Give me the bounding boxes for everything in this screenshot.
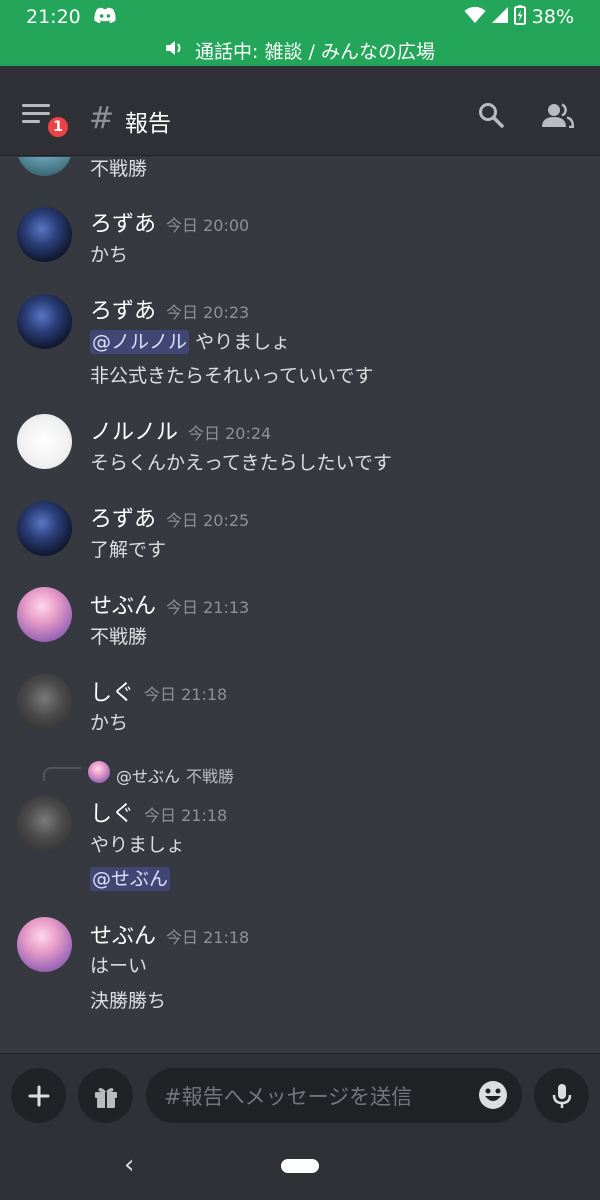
- message-timestamp: 今日 21:18: [166, 928, 250, 947]
- plus-icon[interactable]: [11, 1068, 66, 1123]
- message-author[interactable]: ろずあ 今日 20:23: [90, 293, 249, 325]
- avatar[interactable]: [17, 157, 72, 176]
- reply-avatar: [88, 761, 110, 783]
- wifi-icon: [464, 6, 486, 29]
- discord-icon: [93, 6, 117, 29]
- avatar[interactable]: [17, 796, 72, 851]
- battery-level: 38%: [531, 6, 574, 28]
- message-timestamp: 今日 21:18: [144, 806, 228, 825]
- message-timestamp: 今日 20:00: [166, 216, 250, 235]
- signal-icon: [491, 6, 508, 29]
- message-text: かち: [90, 244, 129, 266]
- message-author[interactable]: せぶん 今日 21:18: [90, 918, 249, 950]
- voice-call-banner[interactable]: 通話中: 雑談 / みんなの広場: [0, 34, 600, 66]
- message-text: かち: [90, 712, 129, 734]
- avatar[interactable]: [17, 294, 72, 349]
- system-nav-bar: ‹: [0, 1135, 600, 1200]
- message-author[interactable]: しぐ 今日 21:18: [90, 675, 227, 707]
- message-text: 非公式きたらそれいっていいです: [90, 365, 374, 387]
- message-text: はーい: [90, 955, 148, 977]
- message-composer: #報告へメッセージを送信: [0, 1053, 600, 1135]
- avatar[interactable]: [17, 917, 72, 972]
- back-icon[interactable]: ‹: [124, 1150, 134, 1180]
- message-text: 了解です: [90, 539, 167, 561]
- hash-icon: #: [89, 101, 115, 136]
- avatar[interactable]: [17, 587, 72, 642]
- message-timestamp: 今日 20:24: [188, 424, 272, 443]
- message-timestamp: 今日 21:13: [166, 598, 250, 617]
- message-input[interactable]: #報告へメッセージを送信: [146, 1068, 522, 1123]
- user-mention[interactable]: @せぶん: [90, 867, 171, 891]
- members-icon[interactable]: [542, 102, 575, 132]
- message-list[interactable]: 不戦勝 ろずあ 今日 20:00 かち ろずあ 今日 20:23 @ノルノル やりま…: [0, 157, 600, 1053]
- microphone-icon[interactable]: [534, 1068, 589, 1123]
- clock: 21:20: [26, 6, 81, 28]
- home-handle[interactable]: [281, 1159, 319, 1173]
- speaker-icon: [165, 39, 185, 62]
- message-text: やりましょ: [90, 834, 186, 856]
- message-text: @ノルノル やりましょ: [90, 330, 291, 354]
- call-banner-text: 通話中: 雑談 / みんなの広場: [195, 40, 435, 63]
- message-text: 決勝勝ち: [90, 990, 167, 1012]
- message-timestamp: 今日 20:25: [166, 511, 250, 530]
- message-text: 不戦勝: [90, 626, 148, 648]
- status-bar: 21:20 38%: [0, 0, 600, 34]
- message-text: @せぶん: [90, 864, 171, 891]
- avatar[interactable]: [17, 501, 72, 556]
- channel-header: 1 # 報告: [0, 66, 600, 156]
- message-text: 不戦勝: [90, 158, 148, 180]
- battery-icon: [513, 4, 526, 30]
- notification-badge: 1: [45, 114, 71, 140]
- message-author[interactable]: せぶん 今日 21:13: [90, 588, 249, 620]
- emoji-icon[interactable]: [478, 1080, 508, 1114]
- message-timestamp: 今日 20:23: [166, 303, 250, 322]
- avatar[interactable]: [17, 414, 72, 469]
- channel-title: 報告: [125, 111, 171, 137]
- avatar[interactable]: [17, 207, 72, 262]
- message-author[interactable]: ろずあ 今日 20:25: [90, 501, 249, 533]
- user-mention[interactable]: @ノルノル: [90, 330, 190, 354]
- reply-preview[interactable]: @せぶん 不戦勝: [116, 763, 234, 787]
- avatar[interactable]: [17, 674, 72, 729]
- message-timestamp: 今日 21:18: [144, 685, 228, 704]
- search-icon[interactable]: [478, 102, 504, 132]
- message-text: そらくんかえってきたらしたいです: [90, 452, 392, 474]
- reply-connector: [43, 767, 81, 781]
- message-author[interactable]: ノルノル 今日 20:24: [90, 414, 271, 446]
- message-author[interactable]: ろずあ 今日 20:00: [90, 206, 249, 238]
- gift-icon[interactable]: [78, 1068, 133, 1123]
- message-author[interactable]: しぐ 今日 21:18: [90, 796, 227, 828]
